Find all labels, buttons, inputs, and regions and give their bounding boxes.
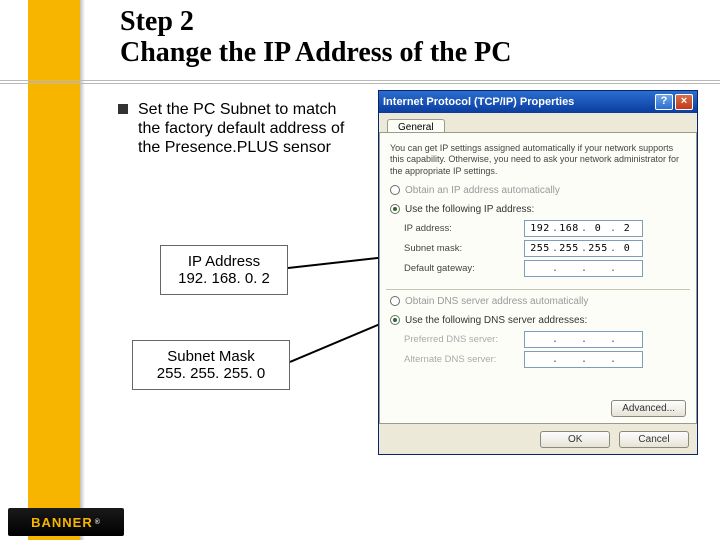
radio-icon (390, 204, 400, 214)
logo-trademark: ® (95, 519, 101, 526)
ip-oct-2: 168 (557, 223, 581, 234)
title-line-1: Step 2 (120, 6, 700, 38)
mask-oct-2: 255 (557, 243, 581, 254)
ip-address-input[interactable]: 192. 168. 0. 2 (524, 220, 643, 237)
radio-icon (390, 315, 400, 325)
row-ip-address: IP address: 192. 168. 0. 2 (404, 219, 686, 239)
callout-subnet-mask: Subnet Mask 255. 255. 255. 0 (132, 340, 290, 390)
ip-address-label: IP address: (404, 223, 524, 234)
subnet-mask-label: Subnet mask: (404, 243, 524, 254)
alternate-dns-label: Alternate DNS server: (404, 354, 524, 365)
callout-mask-value: 255. 255. 255. 0 (133, 365, 289, 382)
mask-oct-1: 255 (528, 243, 552, 254)
callout-ip-label: IP Address (161, 253, 287, 270)
ip-oct-1: 192 (528, 223, 552, 234)
row-default-gateway: Default gateway: . . . (404, 259, 686, 279)
separator (386, 289, 690, 290)
bullet-item: Set the PC Subnet to match the factory d… (118, 100, 348, 158)
left-accent-bar (28, 0, 80, 540)
dialog-titlebar[interactable]: Internet Protocol (TCP/IP) Properties ? … (379, 91, 697, 113)
banner-logo: BANNER ® (8, 508, 124, 536)
logo-text: BANNER (31, 515, 93, 530)
slide-title-block: Step 2 Change the IP Address of the PC (120, 6, 700, 69)
radio-obtain-ip-auto-label: Obtain an IP address automatically (405, 185, 560, 196)
callout-mask-label: Subnet Mask (133, 348, 289, 365)
bullet-text: Set the PC Subnet to match the factory d… (138, 100, 348, 158)
radio-obtain-dns-auto-label: Obtain DNS server address automatically (405, 296, 588, 307)
callout-ip-value: 192. 168. 0. 2 (161, 270, 287, 287)
radio-use-following-ip[interactable]: Use the following IP address: (390, 204, 686, 215)
tcpip-properties-dialog: Internet Protocol (TCP/IP) Properties ? … (378, 90, 698, 455)
subnet-mask-input[interactable]: 255. 255. 255. 0 (524, 240, 643, 257)
callout-ip-address: IP Address 192. 168. 0. 2 (160, 245, 288, 295)
radio-use-following-ip-label: Use the following IP address: (405, 204, 534, 215)
radio-icon (390, 185, 400, 195)
radio-obtain-ip-auto[interactable]: Obtain an IP address automatically (390, 185, 686, 196)
radio-use-following-dns[interactable]: Use the following DNS server addresses: (390, 315, 686, 326)
radio-use-following-dns-label: Use the following DNS server addresses: (405, 315, 587, 326)
help-button[interactable]: ? (655, 94, 673, 110)
square-bullet-icon (118, 104, 128, 114)
dialog-title: Internet Protocol (TCP/IP) Properties (383, 96, 574, 108)
dialog-description: You can get IP settings assigned automat… (390, 143, 686, 177)
preferred-dns-input[interactable]: . . . (524, 331, 643, 348)
advanced-button[interactable]: Advanced... (611, 400, 686, 417)
alternate-dns-input[interactable]: . . . (524, 351, 643, 368)
row-alternate-dns: Alternate DNS server: . . . (404, 350, 686, 370)
ip-oct-3: 0 (586, 223, 610, 234)
close-button[interactable]: × (675, 94, 693, 110)
mask-oct-4: 0 (615, 243, 639, 254)
radio-obtain-dns-auto[interactable]: Obtain DNS server address automatically (390, 296, 686, 307)
mask-oct-3: 255 (586, 243, 610, 254)
title-line-2: Change the IP Address of the PC (120, 38, 700, 69)
row-preferred-dns: Preferred DNS server: . . . (404, 330, 686, 350)
radio-icon (390, 296, 400, 306)
default-gateway-label: Default gateway: (404, 263, 524, 274)
ok-button[interactable]: OK (540, 431, 610, 448)
left-accent-shadow (80, 0, 85, 540)
row-subnet-mask: Subnet mask: 255. 255. 255. 0 (404, 239, 686, 259)
cancel-button[interactable]: Cancel (619, 431, 689, 448)
default-gateway-input[interactable]: . . . (524, 260, 643, 277)
ip-oct-4: 2 (615, 223, 639, 234)
preferred-dns-label: Preferred DNS server: (404, 334, 524, 345)
